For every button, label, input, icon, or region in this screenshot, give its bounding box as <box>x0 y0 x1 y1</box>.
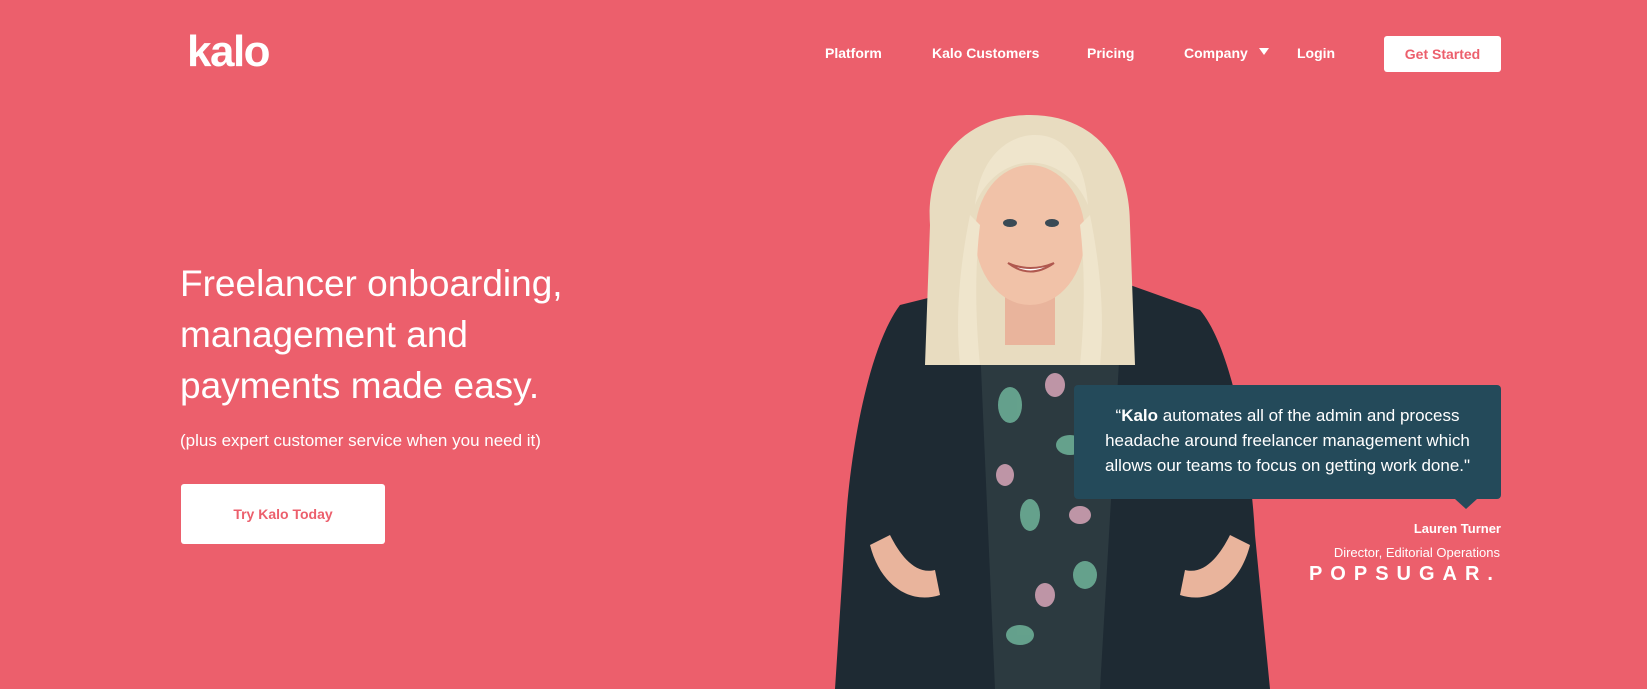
quote-brand: Kalo <box>1121 406 1159 425</box>
chevron-down-icon[interactable] <box>1259 48 1269 55</box>
get-started-button[interactable]: Get Started <box>1384 36 1501 72</box>
quote-tail <box>1455 499 1477 509</box>
nav-login[interactable]: Login <box>1297 45 1335 61</box>
quote-text: automates all of the admin and process h… <box>1104 406 1471 475</box>
hero-subline: (plus expert customer service when you n… <box>180 431 541 450</box>
testimonial-author-name: Lauren Turner <box>1413 521 1501 536</box>
nav-company[interactable]: Company <box>1184 45 1248 61</box>
nav-kalo-customers[interactable]: Kalo Customers <box>932 45 1039 61</box>
hero-headline: Freelancer onboarding, management and pa… <box>180 263 563 406</box>
nav-pricing[interactable]: Pricing <box>1087 45 1134 61</box>
testimonial-author-title: Director, Editorial Operations <box>1333 545 1500 560</box>
nav-platform[interactable]: Platform <box>825 45 882 61</box>
testimonial-quote: “Kalo automates all of the admin and pro… <box>1074 385 1501 499</box>
top-nav: Platform Kalo Customers Pricing Company … <box>0 36 1647 72</box>
try-kalo-button[interactable]: Try Kalo Today <box>181 484 385 544</box>
popsugar-logo: POPSUGAR. <box>1308 563 1501 585</box>
